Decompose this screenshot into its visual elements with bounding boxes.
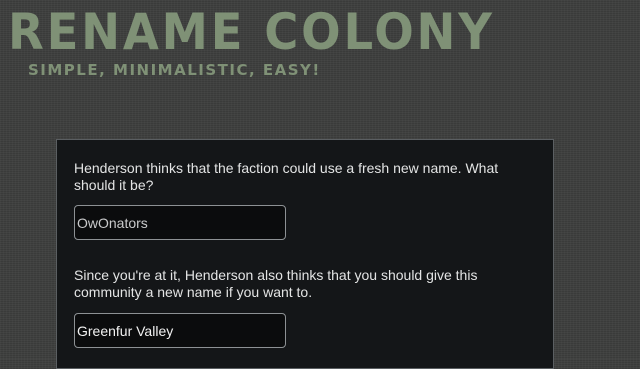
faction-name-prompt: Henderson thinks that the faction could … xyxy=(74,160,499,193)
page-title: Rename Colony xyxy=(8,3,495,61)
community-name-input[interactable] xyxy=(74,313,286,348)
community-name-prompt: Since you're at it, Henderson also think… xyxy=(74,267,478,300)
rename-form-panel: Henderson thinks that the faction could … xyxy=(56,139,554,369)
page-subtitle: Simple, minimalistic, easy! xyxy=(28,61,321,79)
page-header: Rename Colony Simple, minimalistic, easy… xyxy=(0,0,640,90)
faction-name-input[interactable] xyxy=(74,205,286,240)
